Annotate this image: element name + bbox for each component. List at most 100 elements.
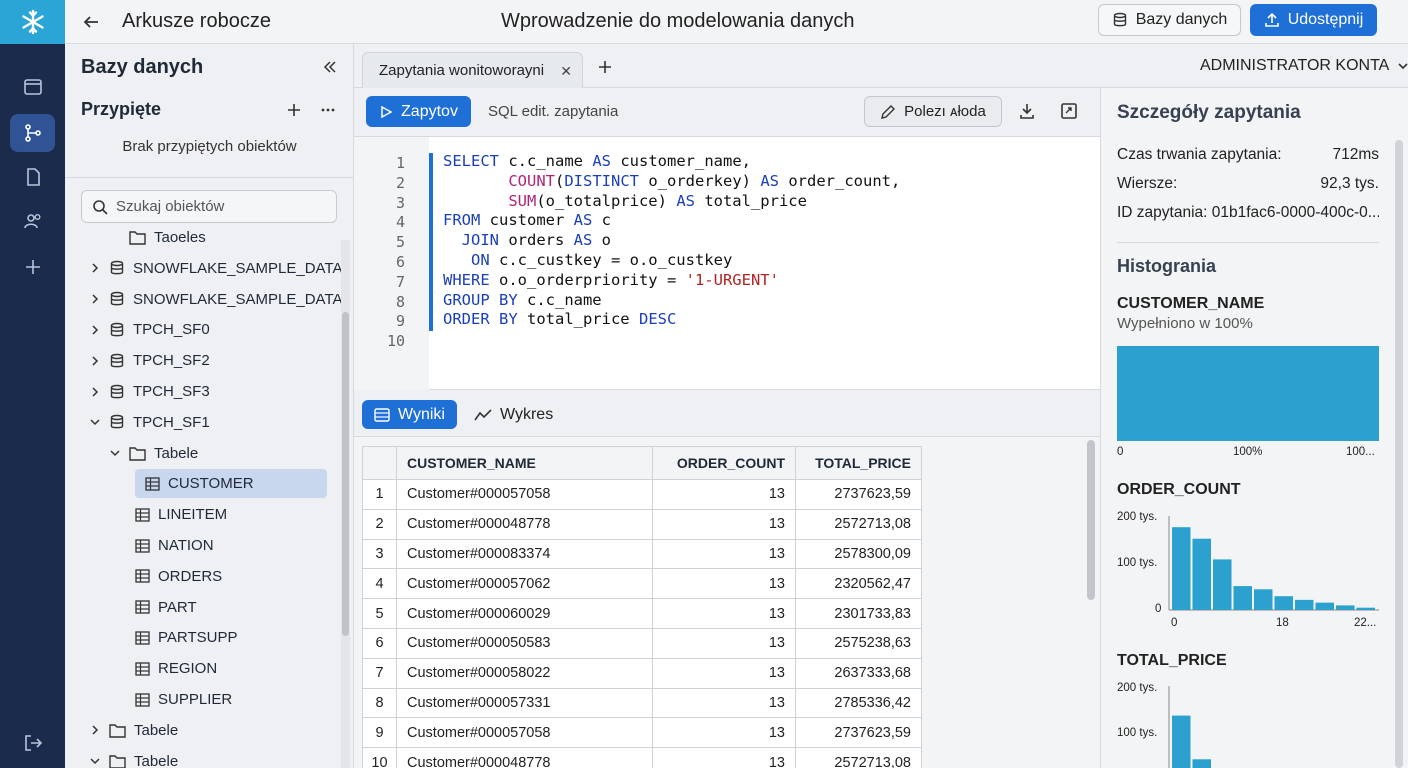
chevron-right-icon[interactable] (89, 262, 101, 274)
tree-item[interactable]: Tabele (89, 716, 178, 745)
histogram-bar[interactable] (1172, 715, 1191, 768)
details-scrollbar-thumb[interactable] (1395, 140, 1403, 768)
search-input[interactable] (116, 198, 326, 215)
chart-tab[interactable]: Wykres (462, 400, 565, 429)
column-header[interactable]: TOTAL_PRICE (795, 446, 922, 480)
tree-item[interactable]: ORDERS (135, 562, 222, 591)
table-row[interactable]: 10 Customer#000048778 13 2572713,08 (362, 747, 922, 768)
query-id[interactable]: ID zapytania: 01b1fac6-0000-400c-0... (1117, 204, 1379, 222)
table-cell[interactable]: 13 (652, 568, 796, 600)
table-cell[interactable]: 2301733,83 (795, 598, 922, 629)
tree-item[interactable]: LINEITEM (135, 500, 227, 529)
histogram-bar[interactable] (1233, 586, 1253, 610)
histogram-bar[interactable] (1336, 605, 1355, 610)
table-cell[interactable]: Customer#000057062 (396, 568, 653, 600)
rail-add-icon[interactable] (10, 248, 55, 286)
help-button[interactable]: Polezı ᴀłoda (864, 96, 1002, 127)
table-cell[interactable]: 2578300,09 (795, 538, 922, 570)
sidebar-scrollbar-thumb[interactable] (342, 312, 349, 636)
table-cell[interactable]: 13 (652, 538, 796, 570)
tree-item[interactable]: SNOWFLAKE_SAMPLE_DATA (89, 254, 341, 283)
chevron-right-icon[interactable] (89, 724, 101, 736)
query-id-row[interactable]: ID zapytania: 01b1fac6-0000-400c-0... (1117, 204, 1379, 222)
histogram-bar[interactable] (1192, 538, 1212, 610)
results-tab[interactable]: Wyniki (362, 400, 457, 429)
download-icon[interactable] (1016, 100, 1038, 122)
table-cell[interactable]: Customer#000058022 (396, 657, 653, 689)
table-row[interactable]: 8 Customer#000057331 13 2785336,42 (362, 687, 922, 719)
results-scrollbar[interactable] (1086, 440, 1096, 768)
chevron-down-icon[interactable] (89, 755, 101, 767)
app-title[interactable]: Arkusze robocze (122, 10, 271, 33)
chevron-right-icon[interactable] (89, 293, 101, 305)
rail-document-icon[interactable] (10, 158, 55, 196)
chevron-right-icon[interactable] (89, 324, 101, 336)
histogram-bar[interactable] (1295, 599, 1314, 610)
table-row[interactable]: 5 Customer#000060029 13 2301733,83 (362, 598, 922, 629)
table-row[interactable]: 9 Customer#000057058 13 2737623,59 (362, 717, 922, 749)
rail-branch-icon[interactable] (10, 114, 55, 152)
chevron-down-icon[interactable] (89, 416, 101, 428)
chevron-right-icon[interactable] (89, 386, 101, 398)
table-cell[interactable]: 13 (652, 687, 796, 719)
table-row[interactable]: 4 Customer#000057062 13 2320562,47 (362, 568, 922, 600)
table-cell[interactable]: Customer#000083374 (396, 538, 653, 570)
tree-item[interactable]: TPCH_SF2 (89, 346, 210, 375)
fullscreen-icon[interactable] (1058, 100, 1080, 122)
table-cell[interactable]: 2737623,59 (795, 717, 922, 749)
table-row[interactable]: 2 Customer#000048778 13 2572713,08 (362, 508, 922, 540)
run-query-button[interactable]: Zapytov (366, 96, 471, 127)
snowflake-logo[interactable] (0, 0, 65, 44)
column-header[interactable]: CUSTOMER_NAME (396, 446, 653, 480)
table-cell[interactable]: 2737623,59 (795, 479, 922, 510)
histogram-bar[interactable] (1274, 596, 1294, 610)
sidebar-scrollbar[interactable] (341, 240, 350, 768)
tree-item[interactable]: CUSTOMER (135, 469, 327, 499)
table-cell[interactable]: 2575238,63 (795, 627, 922, 659)
table-cell[interactable]: 13 (652, 479, 796, 510)
role-selector[interactable]: ADMINISTRATOR KONTA (1200, 57, 1408, 75)
table-cell[interactable]: 13 (652, 717, 796, 749)
histogram-bar[interactable] (1213, 559, 1232, 610)
table-cell[interactable]: 13 (652, 747, 796, 768)
document-title[interactable]: Wprowadzenie do modelowania danych (501, 10, 855, 33)
share-button[interactable]: Udostępnij (1250, 4, 1377, 36)
table-row[interactable]: 3 Customer#000083374 13 2578300,09 (362, 538, 922, 570)
databases-button[interactable]: Bazy danych (1098, 4, 1241, 36)
table-cell[interactable]: 13 (652, 627, 796, 659)
tree-item[interactable]: NATION (135, 531, 214, 560)
tree-item[interactable]: Tabele (89, 747, 178, 768)
tree-item[interactable]: TPCH_SF3 (89, 377, 210, 406)
tree-item[interactable]: PARTSUPP (135, 623, 237, 652)
table-cell[interactable]: 2572713,08 (795, 747, 922, 768)
tree-item[interactable]: TPCH_SF1 (89, 408, 210, 437)
results-scrollbar-thumb[interactable] (1087, 440, 1095, 600)
table-cell[interactable]: 2572713,08 (795, 508, 922, 540)
table-cell[interactable]: 13 (652, 508, 796, 540)
new-tab-icon[interactable] (594, 56, 616, 78)
tree-item[interactable]: SNOWFLAKE_SAMPLE_DATA (89, 285, 341, 314)
table-cell[interactable]: 2637333,68 (795, 657, 922, 689)
table-cell[interactable]: Customer#000060029 (396, 598, 653, 629)
table-cell[interactable]: Customer#000050583 (396, 627, 653, 659)
table-cell[interactable]: 13 (652, 598, 796, 629)
rail-worksheets-icon[interactable] (10, 68, 55, 106)
table-cell[interactable]: 2785336,42 (795, 687, 922, 719)
close-tab-icon[interactable]: ✕ (560, 63, 572, 80)
table-cell[interactable]: Customer#000048778 (396, 508, 653, 540)
table-cell[interactable]: 2320562,47 (795, 568, 922, 600)
table-cell[interactable]: Customer#000048778 (396, 747, 653, 768)
tree-item[interactable]: Taoeles (109, 230, 206, 252)
table-row[interactable]: 7 Customer#000058022 13 2637333,68 (362, 657, 922, 689)
details-scrollbar[interactable] (1395, 140, 1403, 768)
table-row[interactable]: 6 Customer#000050583 13 2575238,63 (362, 627, 922, 659)
add-pinned-icon[interactable] (283, 99, 305, 121)
table-cell[interactable]: Customer#000057331 (396, 687, 653, 719)
tree-item[interactable]: TPCH_SF0 (89, 315, 210, 344)
tree-item[interactable]: Tabele (109, 439, 198, 468)
histogram-bar[interactable] (1254, 589, 1273, 610)
tree-item[interactable]: REGION (135, 654, 217, 683)
histogram-bar[interactable] (1192, 759, 1212, 768)
histogram-bar[interactable] (1172, 527, 1191, 610)
chevron-right-icon[interactable] (89, 355, 101, 367)
